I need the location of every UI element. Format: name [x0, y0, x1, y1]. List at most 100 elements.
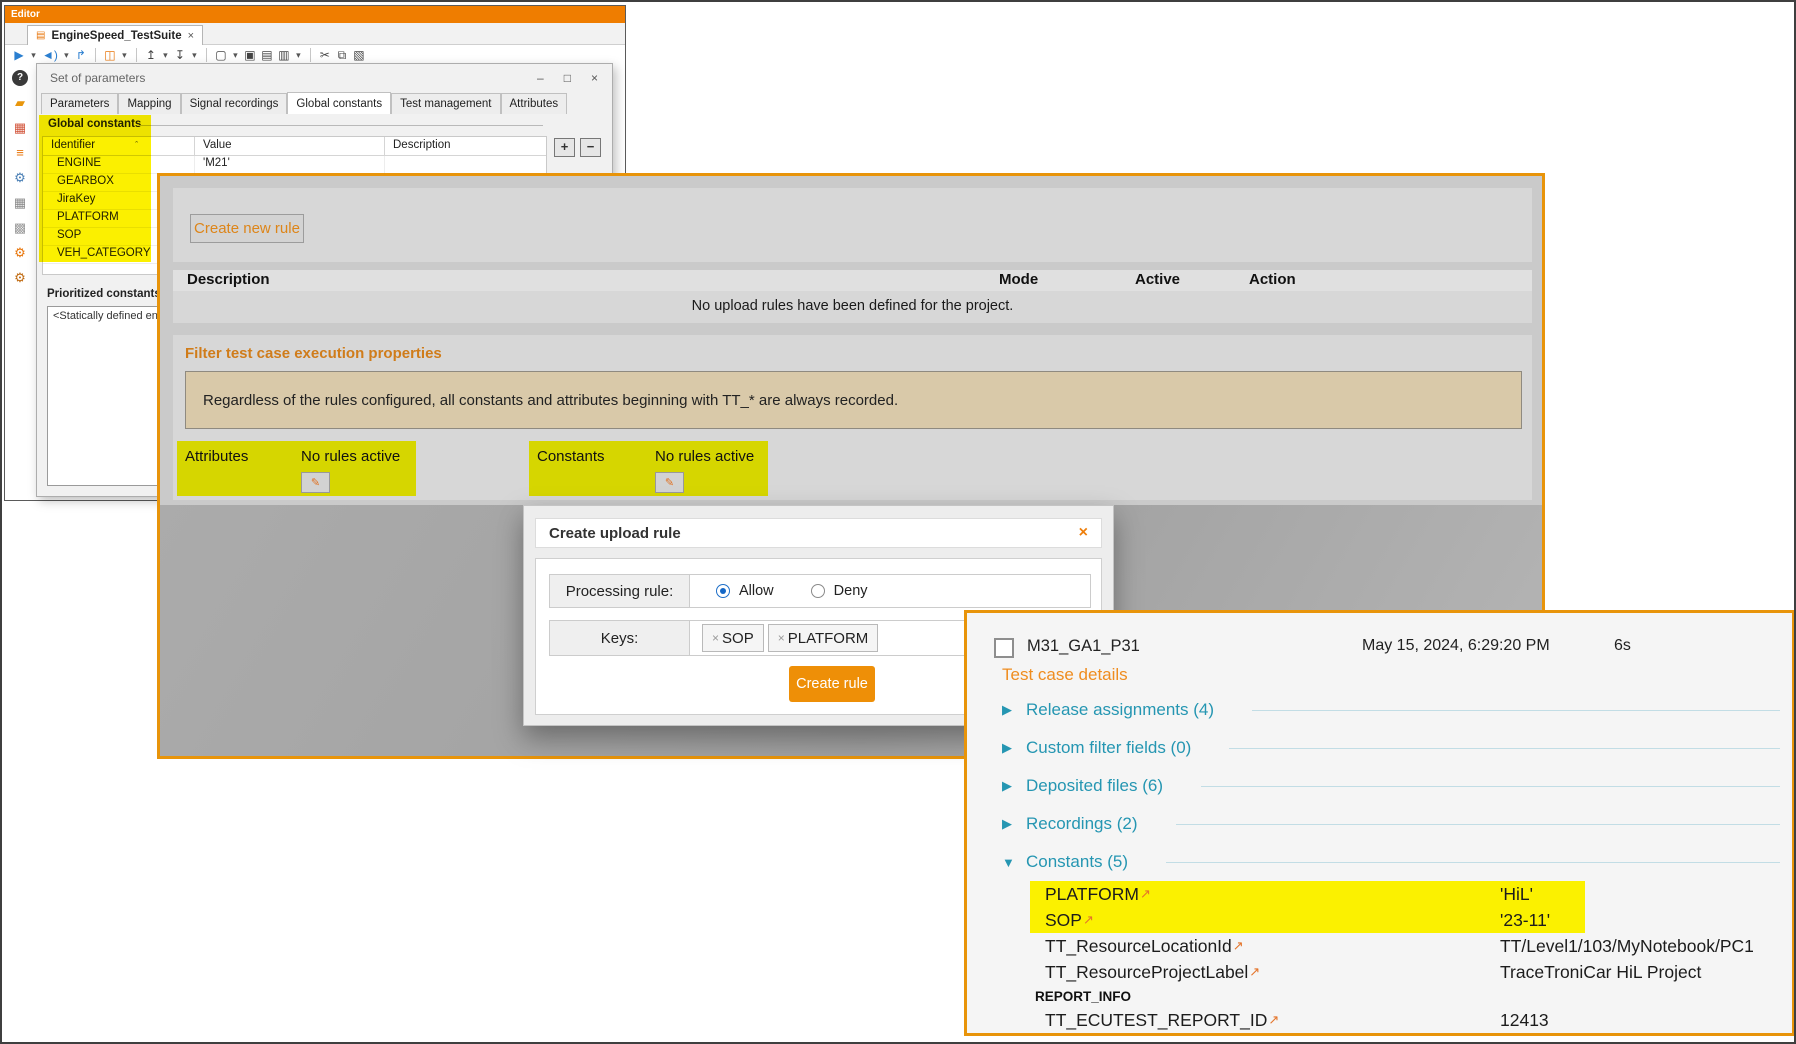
- cell-value: 'M21': [195, 156, 385, 173]
- allow-radio[interactable]: [716, 584, 730, 598]
- rules-table-header: Description Mode Active Action: [173, 270, 1532, 291]
- cut-icon[interactable]: ✂: [319, 48, 331, 62]
- section-label[interactable]: Deposited files (6): [1026, 776, 1163, 796]
- external-link-icon[interactable]: ↗: [1233, 938, 1244, 954]
- section-label[interactable]: Release assignments (4): [1026, 700, 1214, 720]
- insert-below-icon[interactable]: ↧: [174, 48, 186, 62]
- tab-test-management[interactable]: Test management: [391, 93, 500, 114]
- key-tag-sop[interactable]: ×SOP: [702, 624, 764, 652]
- test-case-timestamp: May 15, 2024, 6:29:20 PM: [1362, 637, 1550, 655]
- tab-mapping[interactable]: Mapping: [118, 93, 180, 114]
- paste-icon[interactable]: ▧: [353, 48, 365, 62]
- deny-label[interactable]: Deny: [834, 583, 868, 599]
- save-all-icon[interactable]: ▥: [278, 48, 290, 62]
- section-label[interactable]: Recordings (2): [1026, 814, 1138, 834]
- play-menu-icon[interactable]: ▾: [30, 50, 37, 61]
- constant-value: 'HiL': [1500, 884, 1533, 905]
- chevron-down-icon[interactable]: ▼: [1002, 855, 1026, 870]
- column-header-description[interactable]: Description: [385, 137, 546, 155]
- audio-menu-icon[interactable]: ▾: [63, 50, 70, 61]
- chevron-right-icon[interactable]: ▶: [1002, 778, 1026, 794]
- keys-input[interactable]: ×SOP ×PLATFORM: [690, 621, 878, 655]
- tab-global-constants[interactable]: Global constants: [287, 92, 391, 114]
- open-icon[interactable]: ▣: [244, 48, 256, 62]
- section-custom-filter-fields[interactable]: ▶ Custom filter fields (0): [1002, 729, 1784, 767]
- chevron-right-icon[interactable]: ▶: [1002, 816, 1026, 832]
- column-header-value[interactable]: Value: [195, 137, 385, 155]
- section-recordings[interactable]: ▶ Recordings (2): [1002, 805, 1784, 843]
- key-tag-platform[interactable]: ×PLATFORM: [768, 624, 879, 652]
- constant-value: TT/Level1/103/MyNotebook/PC1: [1500, 936, 1754, 957]
- external-link-icon[interactable]: ↗: [1083, 912, 1094, 928]
- chevron-right-icon[interactable]: ▶: [1002, 702, 1026, 718]
- test-case-checkbox[interactable]: [994, 638, 1014, 658]
- insert-above-icon[interactable]: ↥: [145, 48, 157, 62]
- section-deposited-files[interactable]: ▶ Deposited files (6): [1002, 767, 1784, 805]
- tab-parameters[interactable]: Parameters: [41, 93, 118, 114]
- remove-tag-icon[interactable]: ×: [712, 631, 719, 645]
- remove-constant-button[interactable]: −: [580, 138, 601, 157]
- chevron-right-icon[interactable]: ▶: [1002, 740, 1026, 756]
- audio-icon[interactable]: ◄): [42, 48, 58, 62]
- test-case-details-panel: M31_GA1_P31 May 15, 2024, 6:29:20 PM 6s …: [964, 610, 1795, 1036]
- settings-gear-icon[interactable]: ⚙: [12, 170, 28, 186]
- deny-radio[interactable]: [811, 584, 825, 598]
- package-settings-icon[interactable]: ⚙: [12, 245, 28, 261]
- section-label[interactable]: Constants (5): [1026, 852, 1128, 872]
- editor-tab-bar: ▤ EngineSpeed_TestSuite ×: [5, 23, 625, 45]
- tab-signal-recordings[interactable]: Signal recordings: [181, 93, 288, 114]
- minimize-icon[interactable]: –: [537, 71, 544, 85]
- insert-below-menu-icon[interactable]: ▾: [191, 50, 198, 61]
- tab-close-icon[interactable]: ×: [188, 30, 194, 42]
- insert-above-menu-icon[interactable]: ▾: [162, 50, 169, 61]
- create-new-rule-button[interactable]: Create new rule: [190, 214, 304, 243]
- tab-label: EngineSpeed_TestSuite: [51, 30, 181, 42]
- package-icon[interactable]: ◫: [104, 48, 116, 62]
- tt-notice-text: Regardless of the rules configured, all …: [203, 392, 898, 409]
- export-settings-icon[interactable]: ⚙: [12, 270, 28, 286]
- section-constants[interactable]: ▼ Constants (5): [1002, 843, 1784, 881]
- close-icon[interactable]: ×: [591, 71, 598, 85]
- close-icon[interactable]: ×: [1079, 524, 1101, 542]
- allow-label[interactable]: Allow: [739, 583, 774, 599]
- table-icon[interactable]: ▦: [12, 195, 28, 211]
- constant-row-resource-location: TT_ResourceLocationId ↗ TT/Level1/103/My…: [967, 933, 1792, 959]
- constants-status: No rules active: [655, 448, 754, 465]
- remove-tag-icon[interactable]: ×: [778, 631, 785, 645]
- tab-enginespeed-testsuite[interactable]: ▤ EngineSpeed_TestSuite ×: [27, 25, 203, 45]
- save-all-menu-icon[interactable]: ▾: [295, 50, 302, 61]
- create-rule-button[interactable]: Create rule: [789, 666, 875, 702]
- toolbar-separator: [95, 48, 96, 62]
- step-into-icon[interactable]: ↱: [75, 48, 87, 62]
- play-icon[interactable]: ▶: [13, 48, 25, 62]
- help-icon[interactable]: ?: [12, 70, 28, 86]
- layers-icon[interactable]: ≡: [12, 145, 28, 161]
- report-settings-icon[interactable]: ▩: [12, 220, 28, 236]
- external-link-icon[interactable]: ↗: [1249, 964, 1260, 980]
- constant-key: TT_ResourceProjectLabel: [1045, 962, 1248, 983]
- modal-title: Create upload rule: [536, 525, 1079, 542]
- toolbar-separator: [206, 48, 207, 62]
- edit-attributes-button[interactable]: ✎: [301, 472, 330, 493]
- section-label[interactable]: Custom filter fields (0): [1026, 738, 1191, 758]
- new-file-menu-icon[interactable]: ▾: [232, 50, 239, 61]
- save-icon[interactable]: ▤: [261, 48, 273, 62]
- copy-icon[interactable]: ⧉: [336, 48, 348, 63]
- column-header-active: Active: [1135, 271, 1180, 288]
- dialog-tab-bar: Parameters Mapping Signal recordings Glo…: [41, 91, 608, 114]
- test-suite-icon: ▤: [36, 30, 45, 41]
- external-link-icon[interactable]: ↗: [1268, 1012, 1279, 1028]
- package-menu-icon[interactable]: ▾: [121, 50, 128, 61]
- project-folder-icon[interactable]: ▰: [12, 95, 28, 111]
- toolbar-separator: [310, 48, 311, 62]
- new-file-icon[interactable]: ▢: [215, 48, 227, 62]
- edit-constants-button[interactable]: ✎: [655, 472, 684, 493]
- maximize-icon[interactable]: □: [564, 71, 571, 85]
- modules-icon[interactable]: ▦: [12, 120, 28, 136]
- section-release-assignments[interactable]: ▶ Release assignments (4): [1002, 691, 1784, 729]
- editor-window-title: Editor: [11, 9, 40, 20]
- add-constant-button[interactable]: +: [554, 138, 575, 157]
- tab-attributes[interactable]: Attributes: [501, 93, 568, 114]
- section-divider: [1252, 710, 1780, 711]
- external-link-icon[interactable]: ↗: [1140, 886, 1151, 902]
